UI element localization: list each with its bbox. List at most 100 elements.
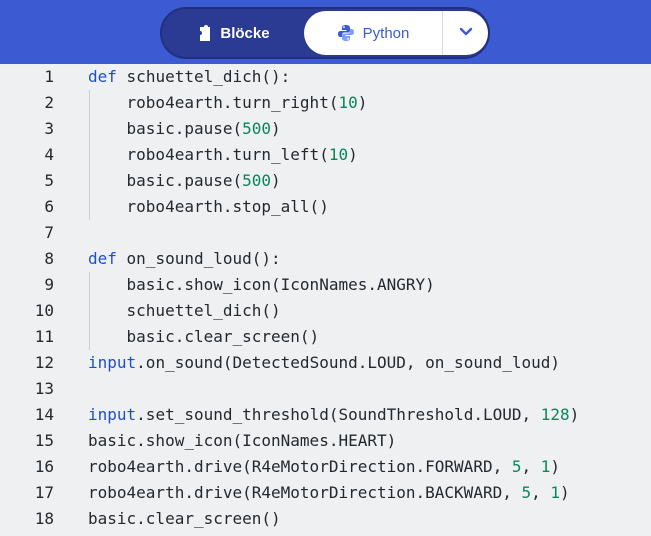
line-number: 9 [44,275,54,294]
code-number: 1 [540,457,551,476]
line-number: 4 [44,145,54,164]
code-line: 18 basic.clear_screen() [0,506,651,532]
blocks-tab[interactable]: Blöcke [166,13,302,53]
code-token: basic.show_icon(IconNames.HEART) [88,431,397,450]
code-line: 17 robo4earth.drive(R4eMotorDirection.BAC… [0,480,651,506]
code-text: basic.clear_screen() [88,324,320,350]
code-editor[interactable]: 1 def schuettel_dich(): 2 robo4earth.turn_… [0,64,651,536]
line-number: 15 [34,431,54,450]
code-line: 9 basic.show_icon(IconNames.ANGRY) [0,272,651,298]
code-text: def on_sound_loud(): [88,246,281,272]
code-token: , [531,483,551,502]
code-number: 500 [242,119,272,138]
code-number: 10 [338,93,358,112]
code-token: , [521,457,541,476]
code-token: robo4earth.drive(R4eMotorDirection.FORWA… [88,457,512,476]
code-keyword: def [88,249,117,268]
line-number: 2 [44,93,54,112]
code-text: input.set_sound_threshold(SoundThreshold… [88,402,579,428]
line-number: 18 [34,509,54,528]
line-number: 8 [44,249,54,268]
code-text: robo4earth.drive(R4eMotorDirection.FORWA… [88,454,560,480]
python-logo-icon [337,24,355,42]
code-text: robo4earth.turn_left(10) [88,142,358,168]
code-line: 4 robo4earth.turn_left(10) [0,142,651,168]
code-token: basic.show_icon(IconNames.ANGRY) [126,275,435,294]
code-line: 6 robo4earth.stop_all() [0,194,651,220]
code-line: 14 input.set_sound_threshold(SoundThresho… [0,402,651,428]
code-token: ) [348,145,358,164]
code-token: ) [569,405,580,424]
language-dropdown-button[interactable] [443,11,488,55]
line-number: 10 [34,301,54,320]
line-number: 5 [44,171,54,190]
code-line: 13 [0,376,651,402]
code-token: on_sound_loud(): [126,249,281,268]
code-token: robo4earth.turn_left( [126,145,329,164]
blocks-tab-label: Blöcke [220,24,270,42]
line-number: 14 [34,405,54,424]
chevron-down-icon [459,24,473,42]
code-token: .set_sound_threshold(SoundThreshold.LOUD… [136,405,541,424]
language-toggle: Blöcke Python [160,7,490,59]
code-number: 1 [550,483,561,502]
code-number: 5 [521,483,532,502]
code-text: basic.show_icon(IconNames.ANGRY) [88,272,435,298]
code-text: schuettel_dich() [88,298,281,324]
line-number: 7 [44,223,54,242]
code-text: robo4earth.drive(R4eMotorDirection.BACKW… [88,480,570,506]
code-keyword: def [88,67,117,86]
code-token: ) [271,171,281,190]
code-line: 7 [0,220,651,246]
code-line: 8 def on_sound_loud(): [0,246,651,272]
code-text: robo4earth.stop_all() [88,194,329,220]
python-tab-label: Python [362,24,410,42]
code-line: 11 basic.clear_screen() [0,324,651,350]
code-text: basic.show_icon(IconNames.HEART) [88,428,396,454]
line-number: 12 [34,353,54,372]
code-token: robo4earth.drive(R4eMotorDirection.BACKW… [88,483,522,502]
code-token: robo4earth.turn_right( [126,93,339,112]
line-number: 17 [34,483,54,502]
line-number: 13 [34,379,54,398]
code-token: robo4earth.stop_all() [126,197,329,216]
code-text: basic.pause(500) [88,168,281,194]
code-text: robo4earth.turn_right(10) [88,90,368,116]
code-token: basic.clear_screen() [126,327,320,346]
code-keyword: input [88,405,137,424]
line-number: 11 [34,327,54,346]
code-line: 3 basic.pause(500) [0,116,651,142]
puzzle-piece-icon [198,25,212,41]
code-token: ) [271,119,281,138]
code-line: 2 robo4earth.turn_right(10) [0,90,651,116]
line-number: 6 [44,197,54,216]
code-token: basic.clear_screen() [88,509,281,528]
code-text: basic.pause(500) [88,116,281,142]
code-token: .on_sound(DetectedSound.LOUD, on_sound_l… [136,353,561,372]
code-line: 10 schuettel_dich() [0,298,651,324]
code-line: 1 def schuettel_dich(): [0,64,651,90]
python-tab[interactable]: Python [304,11,442,55]
code-token: basic.pause( [126,119,243,138]
code-number: 500 [242,171,272,190]
code-line: 15 basic.show_icon(IconNames.HEART) [0,428,651,454]
code-keyword: input [88,353,137,372]
code-token: ) [550,457,561,476]
code-text: basic.clear_screen() [88,506,281,532]
code-text: def schuettel_dich(): [88,64,290,90]
python-segment: Python [304,11,488,55]
code-token: ) [357,93,368,112]
editor-header: Blöcke Python [0,0,651,64]
code-line: 5 basic.pause(500) [0,168,651,194]
code-token: basic.pause( [126,171,243,190]
code-text: input.on_sound(DetectedSound.LOUD, on_so… [88,350,560,376]
line-number: 3 [44,119,54,138]
code-line: 12 input.on_sound(DetectedSound.LOUD, on_… [0,350,651,376]
line-number: 16 [34,457,54,476]
line-number: 1 [44,67,54,86]
code-line: 16 robo4earth.drive(R4eMotorDirection.FOR… [0,454,651,480]
code-token: schuettel_dich() [126,301,281,320]
code-token: ) [560,483,570,502]
code-token: schuettel_dich(): [126,67,291,86]
code-number: 128 [540,405,570,424]
